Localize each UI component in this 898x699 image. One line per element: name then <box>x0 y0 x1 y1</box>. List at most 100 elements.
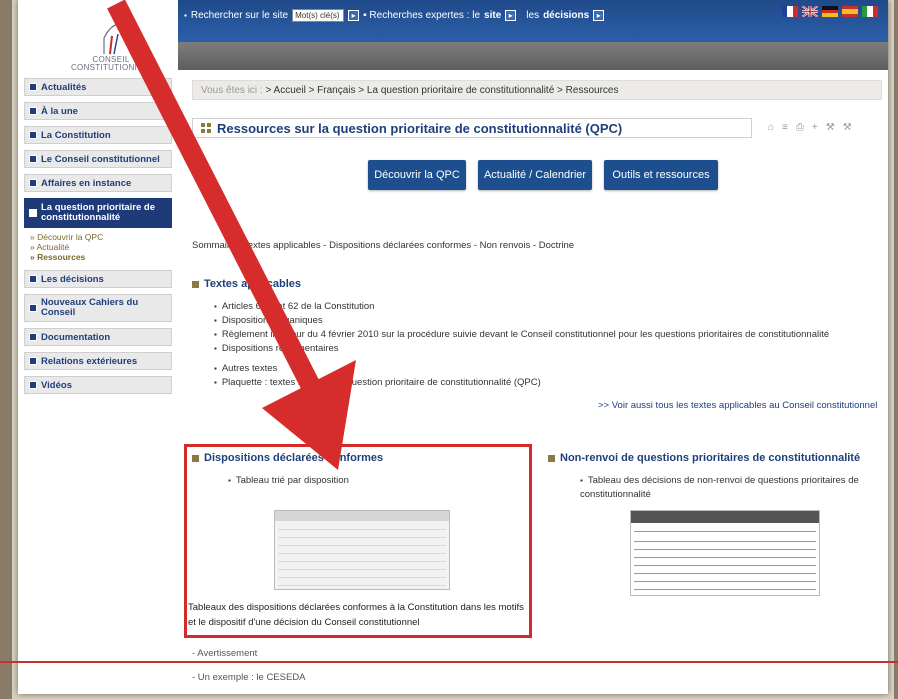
flag-it-icon[interactable] <box>862 6 878 17</box>
page-title: Ressources sur la question prioritaire d… <box>217 120 623 136</box>
list-item[interactable]: Tableau des décisions de non-renvoi de q… <box>580 474 870 502</box>
sidebar-item-documentation[interactable]: Documentation <box>24 328 172 346</box>
sidebar-item-label: Actualités <box>41 81 87 93</box>
sidebar-item-conseil[interactable]: Le Conseil constitutionnel <box>24 150 172 168</box>
non-renvoi-heading: Non-renvoi de questions prioritaires de … <box>548 452 860 464</box>
top-bar-secondary <box>178 42 888 70</box>
sidebar-item-label: Les décisions <box>41 273 104 285</box>
tab-outils-ressources[interactable]: Outils et ressources <box>604 160 718 190</box>
sidebar-item-label: Affaires en instance <box>41 177 132 189</box>
home-icon[interactable]: ⌂ <box>768 122 774 133</box>
expert-site-link[interactable]: site <box>484 10 501 21</box>
list-item[interactable]: Articles 61-1 et 62 de la Constitution <box>214 300 884 314</box>
sidebar-subitem-decouvrir[interactable]: » Découvrir la QPC <box>30 232 176 242</box>
nav-bullet-icon <box>29 131 37 139</box>
flag-uk-icon[interactable] <box>802 6 818 17</box>
sidebar-item-label: Vidéos <box>41 379 72 391</box>
print-icon[interactable]: ⎙ <box>796 122 804 133</box>
non-renvoi-list: Tableau des décisions de non-renvoi de q… <box>580 474 870 502</box>
heading-square-icon <box>192 280 199 288</box>
expert-site-go-button[interactable]: ▸ <box>505 10 517 21</box>
sidebar-item-relations[interactable]: Relations extérieures <box>24 352 172 370</box>
top-bar: ▪ Rechercher sur le site ▸ ▪ Recherches … <box>178 0 888 42</box>
share-alt-icon[interactable]: ⚒ <box>843 122 852 133</box>
list-icon[interactable]: ≡ <box>782 122 788 133</box>
sidebar-item-constitution[interactable]: La Constitution <box>24 126 172 144</box>
breadcrumb-path[interactable]: > Accueil > Français > La question prior… <box>265 85 618 96</box>
nav-bullet-icon <box>29 155 37 163</box>
tab-actualite-calendrier[interactable]: Actualité / Calendrier <box>478 160 592 190</box>
search-bar: ▪ Rechercher sur le site ▸ ▪ Recherches … <box>184 9 605 22</box>
list-item[interactable]: Dispositions réglementaires <box>214 342 884 356</box>
expert-decisions-link[interactable]: décisions <box>543 10 589 21</box>
exemple-ceseda-link[interactable]: - Un exemple : le CESEDA <box>192 666 306 690</box>
nav-bullet-icon <box>29 209 37 217</box>
conformes-description: Tableaux des dispositions déclarées conf… <box>188 602 524 628</box>
search-go-button[interactable]: ▸ <box>348 10 360 21</box>
sidebar-item-videos[interactable]: Vidéos <box>24 376 172 394</box>
conformes-heading-label: Dispositions déclarées conformes <box>204 452 384 464</box>
sidebar-item-a-la-une[interactable]: À la une <box>24 102 172 120</box>
enlarge-icon[interactable]: + <box>812 122 818 133</box>
see-also-link[interactable]: >> Voir aussi tous les textes applicable… <box>598 400 877 411</box>
heading-square-icon <box>192 454 199 462</box>
breadcrumb-prefix: Vous êtes ici : <box>201 84 263 96</box>
sidebar: Actualités À la une La Constitution Le C… <box>18 78 176 400</box>
flag-fr-icon[interactable] <box>782 6 798 17</box>
nav-bullet-icon <box>29 333 37 341</box>
search-label: Rechercher sur le site <box>190 10 289 21</box>
sidebar-subitem-actualite[interactable]: » Actualité <box>30 242 176 252</box>
sidebar-item-label: La question prioritaire de constitutionn… <box>41 202 156 223</box>
main-content: Vous êtes ici : > Accueil > Français > L… <box>178 70 888 694</box>
sidebar-subitem-ressources[interactable]: » Ressources <box>30 252 176 262</box>
language-flags <box>782 6 878 18</box>
page-tools: ⌂ ≡ ⎙ + ⚒ ⚒ <box>768 122 852 133</box>
red-separator-line <box>0 661 898 663</box>
sidebar-item-decisions[interactable]: Les décisions <box>24 270 172 288</box>
non-renvoi-table-thumbnail[interactable] <box>630 510 820 596</box>
sidebar-item-label: Le Conseil constitutionnel <box>41 153 160 165</box>
sidebar-item-label: Documentation <box>41 331 111 343</box>
sidebar-item-affaires[interactable]: Affaires en instance <box>24 174 172 192</box>
sidebar-item-qpc[interactable]: La question prioritaire de constitutionn… <box>24 198 172 228</box>
textes-list: Articles 61-1 et 62 de la Constitution D… <box>214 300 884 356</box>
sidebar-item-label: Nouveaux Cahiers du Conseil <box>41 297 139 318</box>
list-item[interactable]: Plaquette : textes relatifs à la questio… <box>214 376 884 390</box>
qpc-tabs: Découvrir la QPC Actualité / Calendrier … <box>368 160 718 190</box>
browser-page: CONSEIL CONSTITUTIONNEL ▪ Rechercher sur… <box>18 0 888 694</box>
nav-bullet-icon <box>29 304 37 312</box>
sidebar-item-label: Relations extérieures <box>41 355 138 367</box>
expert-decisions-go-button[interactable]: ▸ <box>593 10 605 21</box>
breadcrumb: Vous êtes ici : > Accueil > Français > L… <box>192 80 882 100</box>
logo-text: CONSEIL CONSTITUTIONNEL <box>56 56 166 72</box>
sidebar-item-cahiers[interactable]: Nouveaux Cahiers du Conseil <box>24 294 172 322</box>
sidebar-subitems: » Découvrir la QPC » Actualité » Ressour… <box>30 232 176 262</box>
nav-bullet-icon <box>29 179 37 187</box>
share-icon[interactable]: ⚒ <box>826 122 835 133</box>
logo-line2: CONSTITUTIONNEL <box>70 63 152 72</box>
nav-bullet-icon <box>29 275 37 283</box>
conformes-table-thumbnail[interactable] <box>274 510 450 590</box>
expert-decisions-prefix: les <box>526 10 540 21</box>
flag-es-icon[interactable] <box>842 6 858 17</box>
flag-de-icon[interactable] <box>822 6 838 18</box>
expert-search-label: ▪ Recherches expertes : le <box>363 10 481 21</box>
textes-list-2: Autres textes Plaquette : textes relatif… <box>214 362 884 390</box>
list-item[interactable]: Règlement intérieur du 4 février 2010 su… <box>214 328 884 342</box>
non-renvoi-heading-label: Non-renvoi de questions prioritaires de … <box>560 452 861 464</box>
nav-bullet-icon <box>29 381 37 389</box>
site-logo[interactable]: CONSEIL CONSTITUTIONNEL <box>18 0 178 75</box>
nav-bullet-icon <box>29 107 37 115</box>
list-item[interactable]: Dispositions organiques <box>214 314 884 328</box>
search-input[interactable] <box>292 9 345 22</box>
summary-line[interactable]: Sommaire : Textes applicables - Disposit… <box>192 240 574 251</box>
list-item[interactable]: Autres textes <box>214 362 884 376</box>
sidebar-item-actualites[interactable]: Actualités <box>24 78 172 96</box>
search-bullet-icon: ▪ <box>184 11 187 20</box>
conformes-list: Tableau trié par disposition <box>228 474 518 488</box>
list-item[interactable]: Tableau trié par disposition <box>228 474 518 488</box>
tab-decouvrir-qpc[interactable]: Découvrir la QPC <box>368 160 466 190</box>
title-square-icon <box>201 123 211 133</box>
page-title-box: Ressources sur la question prioritaire d… <box>192 118 752 138</box>
nav-bullet-icon <box>29 357 37 365</box>
